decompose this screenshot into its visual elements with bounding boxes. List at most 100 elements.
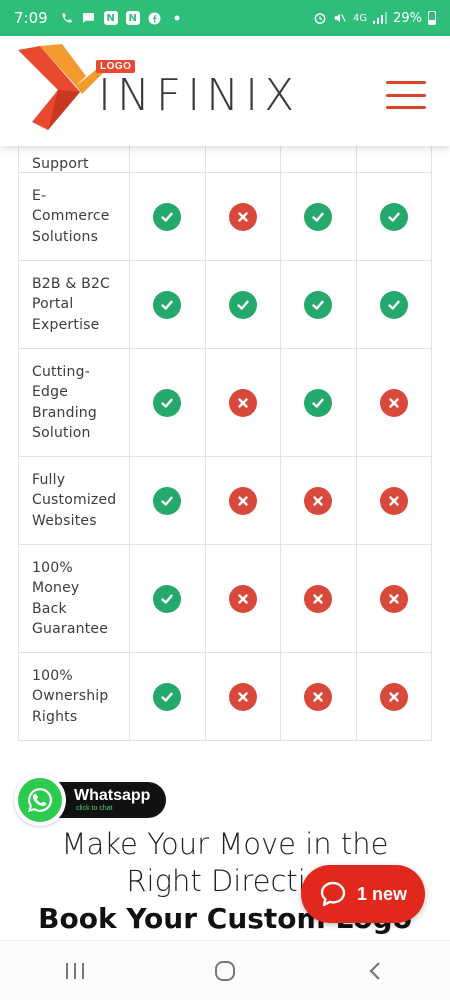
plan-cell	[129, 260, 206, 349]
check-icon	[304, 290, 333, 319]
cross-icon	[228, 486, 257, 515]
plan-cell	[280, 544, 357, 653]
plan-cell	[280, 348, 357, 457]
home-button[interactable]	[195, 951, 255, 991]
plan-cell	[129, 544, 206, 653]
status-time: 7:09	[14, 9, 48, 27]
table-row: Fully Customized Websites	[18, 456, 432, 545]
chat-label: 1 new	[357, 883, 408, 904]
check-icon	[228, 290, 257, 319]
check-icon	[153, 202, 182, 231]
table-row: 100% Money Back Guarantee	[18, 544, 432, 653]
menu-line	[386, 93, 426, 97]
back-button[interactable]	[345, 951, 405, 991]
whatsapp-subtitle: click to chat	[76, 805, 113, 812]
plan-cell	[355, 456, 432, 545]
back-icon	[369, 961, 380, 980]
feature-name: 100% Money Back Guarantee	[18, 544, 130, 653]
home-icon	[215, 960, 235, 981]
plan-cell	[280, 652, 357, 741]
site-header: LOGO INFINIX	[0, 36, 450, 146]
plan-cell	[129, 456, 206, 545]
plan-cell	[129, 348, 206, 457]
cross-icon	[228, 202, 257, 231]
check-icon	[153, 388, 182, 417]
plan-cell	[355, 544, 432, 653]
menu-line	[386, 81, 426, 84]
table-row: B2B & B2C Portal Expertise	[18, 260, 432, 349]
app-notification-icon: N	[103, 11, 118, 25]
cross-icon	[304, 682, 333, 711]
plan-cell	[355, 348, 432, 457]
cross-icon	[304, 486, 333, 515]
site-logo[interactable]: LOGO INFINIX	[18, 42, 294, 134]
cross-icon	[379, 584, 408, 613]
cross-icon	[304, 584, 333, 613]
plan-cell	[204, 544, 281, 653]
whatsapp-label: Whatsapp click to chat	[54, 782, 167, 818]
headline-line-1: Make Your Move in the	[61, 827, 389, 861]
plan-cell	[204, 172, 281, 261]
plan-cell	[355, 172, 432, 261]
whatsapp-icon	[14, 774, 66, 826]
feature-name: 100% Ownership Rights	[18, 652, 130, 741]
comparison-table: Support E- Commerce Solutions B2B & B2C Po…	[18, 130, 432, 741]
check-icon	[153, 682, 182, 711]
cross-icon	[379, 486, 408, 515]
check-icon	[153, 486, 182, 515]
table-row: 100% Ownership Rights	[18, 652, 432, 741]
check-icon	[379, 290, 408, 319]
app-notification-icon: N	[125, 11, 140, 25]
cross-icon	[228, 584, 257, 613]
feature-name: B2B & B2C Portal Expertise	[18, 260, 130, 349]
cross-icon	[228, 388, 257, 417]
mute-icon	[333, 11, 347, 25]
message-icon	[82, 11, 96, 25]
facebook-icon	[148, 11, 162, 25]
battery-icon	[428, 11, 436, 25]
whatsapp-button[interactable]: Whatsapp click to chat	[14, 774, 167, 826]
battery-percent: 29%	[393, 10, 422, 26]
cross-icon	[228, 682, 257, 711]
chat-button[interactable]: 1 new	[301, 865, 425, 923]
table-row: E- Commerce Solutions	[18, 172, 432, 261]
plan-cell	[355, 260, 432, 349]
check-icon	[304, 202, 333, 231]
plan-cell	[280, 172, 357, 261]
status-left: 7:09 N N	[14, 9, 184, 27]
network-label: 4G	[352, 12, 368, 24]
menu-button[interactable]	[386, 81, 426, 109]
plan-cell	[280, 260, 357, 349]
logo-x-mark-icon	[18, 44, 108, 130]
feature-name: E- Commerce Solutions	[18, 172, 130, 261]
recent-apps-button[interactable]	[45, 951, 105, 991]
menu-line	[386, 106, 426, 109]
status-bar: 7:09 N N 4G 29%	[0, 0, 450, 36]
phone-icon	[60, 11, 74, 25]
check-icon	[379, 202, 408, 231]
logo-text: INFINIX	[98, 70, 301, 121]
plan-cell	[129, 652, 206, 741]
feature-name: Cutting- Edge Branding Solution	[18, 348, 130, 457]
dot-icon	[170, 11, 184, 25]
cross-icon	[379, 388, 408, 417]
signal-icon	[373, 11, 388, 25]
status-right: 4G 29%	[313, 11, 436, 26]
plan-cell	[280, 456, 357, 545]
table-row: Cutting- Edge Branding Solution	[18, 348, 432, 457]
plan-cell	[204, 456, 281, 545]
plan-cell	[204, 652, 281, 741]
system-nav-bar	[0, 940, 450, 1000]
check-icon	[153, 290, 182, 319]
plan-cell	[204, 260, 281, 349]
check-icon	[153, 584, 182, 613]
recent-apps-icon	[66, 962, 84, 979]
check-icon	[304, 388, 333, 417]
plan-cell	[204, 348, 281, 457]
feature-name: Fully Customized Websites	[18, 456, 130, 545]
plan-cell	[129, 172, 206, 261]
alarm-icon	[313, 11, 327, 25]
chat-bubble-icon	[320, 881, 346, 907]
plan-cell	[355, 652, 432, 741]
cross-icon	[379, 682, 408, 711]
